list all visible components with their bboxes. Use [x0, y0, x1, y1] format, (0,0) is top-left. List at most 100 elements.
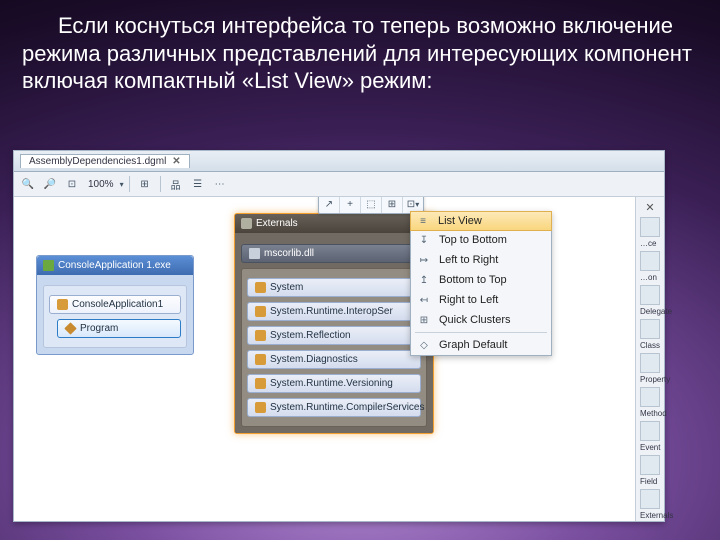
namespace-node[interactable]: System.Diagnostics [247, 350, 421, 369]
node-label: Program [80, 323, 118, 334]
namespace-icon [255, 378, 266, 389]
namespace-node[interactable]: System.Reflection [247, 326, 421, 345]
floating-toolbar: ↗ + ⬚ ⊞ ⊡▾ [318, 197, 424, 214]
slide-paragraph: Если коснуться интерфейса то теперь возм… [0, 0, 720, 95]
menu-label: Graph Default [439, 339, 507, 351]
layout2-icon[interactable]: 品 [166, 174, 186, 194]
node-label: ConsoleApplication1 [72, 299, 163, 310]
arrow-up-icon: ↥ [417, 273, 431, 287]
diagram-canvas[interactable]: ConsoleApplication 1.exe ConsoleApplicat… [14, 197, 636, 521]
list-icon: ≡ [416, 214, 430, 228]
graph-icon: ◇ [417, 338, 431, 352]
namespace-node[interactable]: System.Runtime.Versioning [247, 374, 421, 393]
menu-item-right-left[interactable]: ↤ Right to Left [411, 290, 551, 310]
zoom-dropdown-icon[interactable]: ▾ [120, 180, 124, 189]
menu-label: Bottom to Top [439, 274, 507, 286]
namespace-icon [255, 330, 266, 341]
namespace-node[interactable]: System.Runtime.CompilerServices [247, 398, 421, 417]
class-node[interactable]: Program [57, 319, 181, 338]
menu-label: Quick Clusters [439, 314, 511, 326]
node-label: System.Reflection [270, 330, 351, 341]
legend-label: Method [640, 410, 664, 418]
namespace-node[interactable]: System.Runtime.InteropSer [247, 302, 421, 321]
legend-label: Event [640, 444, 664, 452]
component-icon [43, 260, 54, 271]
namespace-node[interactable]: ConsoleApplication1 [49, 295, 181, 314]
float-btn[interactable]: ↗ [319, 197, 340, 213]
menu-item-left-right[interactable]: ↦ Left to Right [411, 250, 551, 270]
menu-label: List View [438, 215, 482, 227]
zoom-level[interactable]: 100% [84, 179, 118, 190]
group-title: ConsoleApplication 1.exe [58, 260, 171, 271]
externals-icon [241, 218, 252, 229]
tab-title: AssemblyDependencies1.dgml [29, 156, 166, 167]
layout4-icon[interactable]: ⋯ [210, 174, 230, 194]
zoom-out-icon[interactable]: 🔎 [40, 174, 60, 194]
legend-label: Property [640, 376, 664, 384]
layout3-icon[interactable]: ☰ [188, 174, 208, 194]
layout1-icon[interactable]: ⊞ [135, 174, 155, 194]
node-label: System.Runtime.InteropSer [270, 306, 393, 317]
group-header[interactable]: ConsoleApplication 1.exe [37, 256, 193, 275]
legend-swatch[interactable] [640, 285, 660, 305]
close-icon[interactable]: ✕ [636, 201, 664, 214]
namespace-node[interactable]: System [247, 278, 421, 297]
legend-swatch[interactable] [640, 353, 660, 373]
menu-label: Top to Bottom [439, 234, 507, 246]
legend-swatch[interactable] [640, 455, 660, 475]
namespace-icon [255, 306, 266, 317]
menu-item-bottom-top[interactable]: ↥ Bottom to Top [411, 270, 551, 290]
group-title: Externals [256, 218, 298, 229]
group-externals[interactable]: Externals mscorlib.dll System System.Run… [234, 213, 434, 434]
menu-separator [415, 332, 547, 333]
app-window: AssemblyDependencies1.dgml ✕ 🔍 🔎 ⊡ 100% … [13, 150, 665, 522]
legend-swatch[interactable] [640, 421, 660, 441]
node-label: System.Runtime.CompilerServices [270, 402, 425, 413]
assembly-node[interactable]: mscorlib.dll [241, 244, 427, 263]
arrow-left-icon: ↤ [417, 293, 431, 307]
legend-swatch[interactable] [640, 489, 660, 509]
menu-item-top-bottom[interactable]: ↧ Top to Bottom [411, 230, 551, 250]
legend-label: Field [640, 478, 664, 486]
class-icon [64, 322, 76, 334]
legend-label: …on [640, 274, 664, 282]
namespace-icon [255, 402, 266, 413]
clusters-icon: ⊞ [417, 313, 431, 327]
legend-swatch[interactable] [640, 217, 660, 237]
legend-swatch[interactable] [640, 319, 660, 339]
main-toolbar: 🔍 🔎 ⊡ 100% ▾ ⊞ 品 ☰ ⋯ [14, 172, 664, 197]
namespace-container[interactable]: ConsoleApplication1 Program [43, 285, 187, 348]
node-label: System.Diagnostics [270, 354, 358, 365]
legend-label: …ce [640, 240, 664, 248]
fit-icon[interactable]: ⊡ [62, 174, 82, 194]
zoom-in-icon[interactable]: 🔍 [18, 174, 38, 194]
assembly-icon [249, 248, 260, 259]
float-btn[interactable]: + [340, 197, 361, 213]
toolbar-separator [160, 176, 161, 192]
group-console-app[interactable]: ConsoleApplication 1.exe ConsoleApplicat… [36, 255, 194, 355]
float-btn[interactable]: ⊞ [382, 197, 403, 213]
document-tab[interactable]: AssemblyDependencies1.dgml ✕ [20, 154, 190, 168]
namespace-icon [255, 354, 266, 365]
menu-item-list-view[interactable]: ≡ List View [410, 211, 552, 231]
document-tabstrip: AssemblyDependencies1.dgml ✕ [14, 151, 664, 172]
layout-context-menu: ≡ List View ↧ Top to Bottom ↦ Left to Right… [410, 211, 552, 356]
menu-label: Left to Right [439, 254, 498, 266]
namespace-icon [255, 282, 266, 293]
namespace-icon [57, 299, 68, 310]
legend-label: Externals [640, 512, 664, 520]
node-label: mscorlib.dll [264, 248, 314, 259]
legend-label: Delegate [640, 308, 664, 316]
arrow-down-icon: ↧ [417, 233, 431, 247]
group-header[interactable]: Externals [235, 214, 433, 233]
legend-label: Class [640, 342, 664, 350]
menu-item-graph-default[interactable]: ◇ Graph Default [411, 335, 551, 355]
legend-panel: ✕ …ce …on Delegate Class Property Method… [635, 197, 664, 521]
menu-item-quick-clusters[interactable]: ⊞ Quick Clusters [411, 310, 551, 330]
float-btn[interactable]: ⬚ [361, 197, 382, 213]
menu-label: Right to Left [439, 294, 498, 306]
arrow-right-icon: ↦ [417, 253, 431, 267]
legend-swatch[interactable] [640, 387, 660, 407]
legend-swatch[interactable] [640, 251, 660, 271]
close-icon[interactable]: ✕ [172, 156, 180, 167]
